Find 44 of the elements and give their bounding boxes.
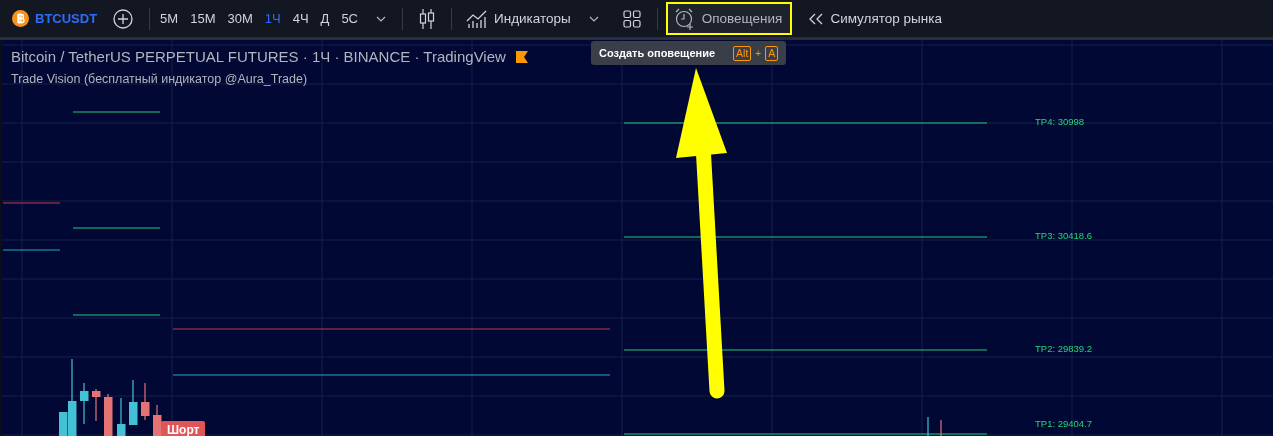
alerts-button[interactable]: Оповещения [665,2,793,35]
flag-icon [515,50,528,63]
symbol-label: BTCUSDT [35,11,98,26]
target-label: TP4: 30998 [1035,116,1085,128]
short-signal-label: Шорт [161,421,206,436]
candlestick [927,416,929,436]
interval-button[interactable]: Д [314,3,336,34]
coin-icon [12,10,29,27]
alarm-clock-icon [673,7,696,30]
interval-button[interactable]: 4Ч [286,3,315,34]
candlestick-icon [419,7,435,30]
target-label: TP3: 30418.6 [1035,230,1093,242]
target-label: TP1: 29404.7 [1035,418,1093,430]
chevron-down-icon [376,15,386,22]
indicators-button[interactable]: Индикаторы [460,3,577,34]
chart-title: Bitcoin / TetherUS PERPETUAL FUTURES · 1Ч · BINANCE · TradingView [11,48,506,65]
plus-icon [113,8,134,29]
interval-button[interactable]: 5С [335,3,364,34]
candlestick [940,419,942,436]
interval-button[interactable]: 1Ч [258,3,287,34]
candlestick [117,397,126,436]
target-label: TP2: 29839.2 [1035,343,1093,355]
tooltip-text: Создать оповещение [599,47,716,59]
interval-button[interactable]: 5M [154,3,185,34]
candlestick [129,379,138,426]
candlestick [141,382,150,421]
chevron-down-icon [588,15,599,22]
candlestick [92,388,101,422]
shortcut-key: Alt [733,45,752,61]
candlestick [104,393,113,436]
indicator-name: Trade Vision (бесплатный индикатор @Aura_Trade) [11,72,309,86]
replay-button[interactable]: Симулятор рынка [802,3,948,34]
candlestick [153,404,162,436]
level-line [2,202,61,204]
chart-line-icon [466,8,488,29]
candlestick [80,382,89,425]
symbol-button[interactable]: BTCUSDT [11,3,102,34]
shortcut-key: A [765,45,779,61]
interval-button[interactable]: 15M [184,3,222,34]
level-line [2,249,61,251]
rewind-icon [808,12,825,25]
grid-icon [622,9,641,28]
key-joiner: + [755,47,762,59]
interval-button[interactable]: 30M [221,3,259,34]
